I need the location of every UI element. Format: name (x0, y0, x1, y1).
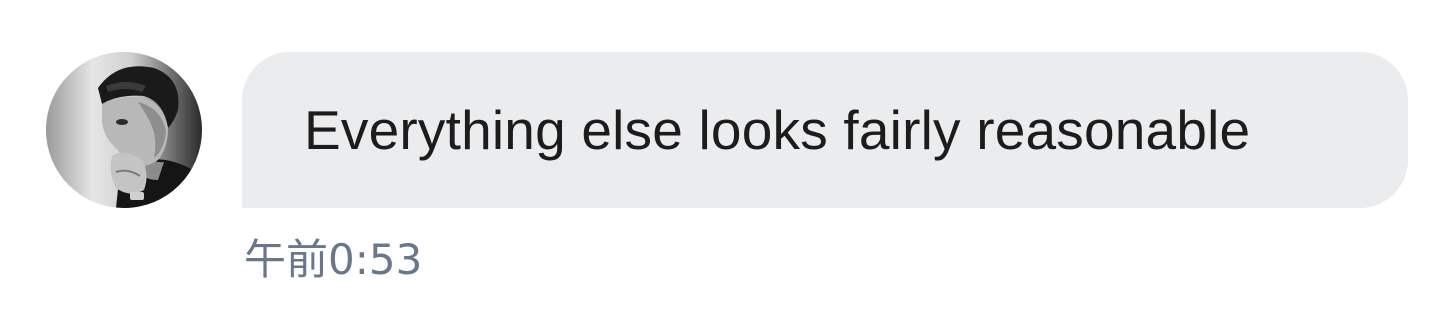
message-bubble[interactable]: Everything else looks fairly reasonable (242, 52, 1408, 208)
message-text: Everything else looks fairly reasonable (304, 99, 1251, 161)
avatar-photo-icon (46, 52, 202, 208)
chat-message: Everything else looks fairly reasonable … (0, 0, 1452, 328)
message-timestamp: 午前0:53 (244, 235, 423, 284)
avatar[interactable] (46, 52, 202, 208)
